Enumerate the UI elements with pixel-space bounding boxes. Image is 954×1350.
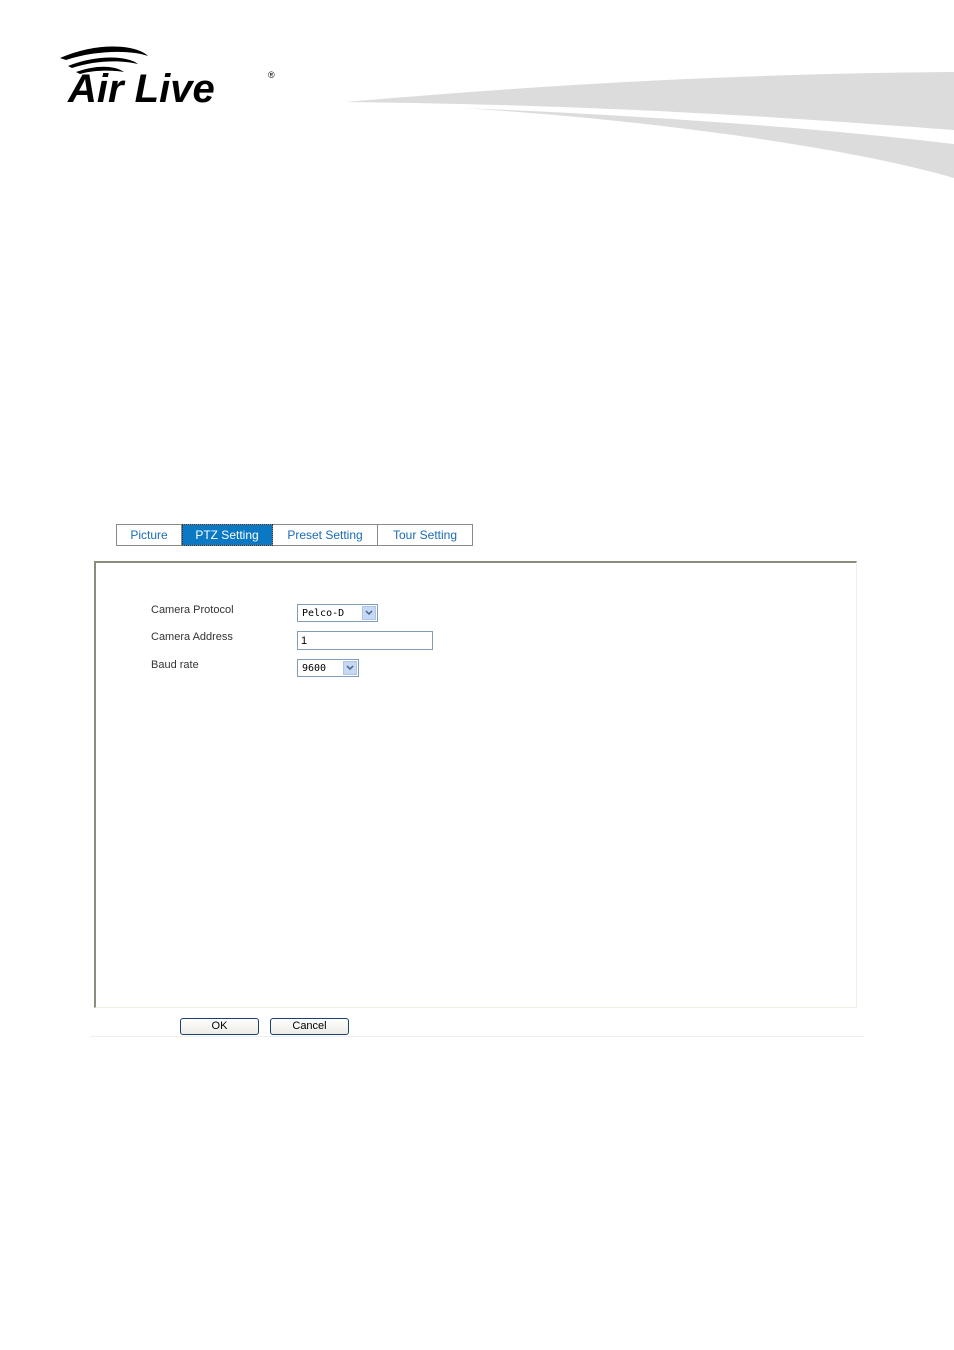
cancel-button[interactable]: Cancel [270,1018,349,1035]
camera-protocol-select[interactable]: Pelco-D [297,604,378,622]
baud-rate-label: Baud rate [151,659,199,671]
chevron-down-icon[interactable] [343,661,357,675]
camera-protocol-label: Camera Protocol [151,604,234,616]
ok-button[interactable]: OK [180,1018,259,1035]
camera-address-label: Camera Address [151,631,233,643]
registered-mark: ® [268,70,275,80]
ptz-settings-panel: Camera Protocol Pelco-D Camera Address B… [94,561,857,1008]
settings-tabs: Picture PTZ Setting Preset Setting Tour … [116,524,473,546]
baud-rate-value: 9600 [302,663,327,674]
tab-preset-setting[interactable]: Preset Setting [273,524,378,546]
tab-tour-setting[interactable]: Tour Setting [378,524,473,546]
header-swoosh-decoration [340,60,954,190]
chevron-down-icon[interactable] [362,606,376,620]
camera-address-input[interactable] [297,631,433,650]
divider [90,1036,864,1037]
logo-text: Air Live [67,67,215,110]
tab-ptz-setting[interactable]: PTZ Setting [182,524,273,546]
camera-protocol-value: Pelco-D [302,608,345,619]
tab-picture[interactable]: Picture [116,524,182,546]
airlive-logo: Air Live ® [56,44,280,111]
baud-rate-select[interactable]: 9600 [297,659,359,677]
